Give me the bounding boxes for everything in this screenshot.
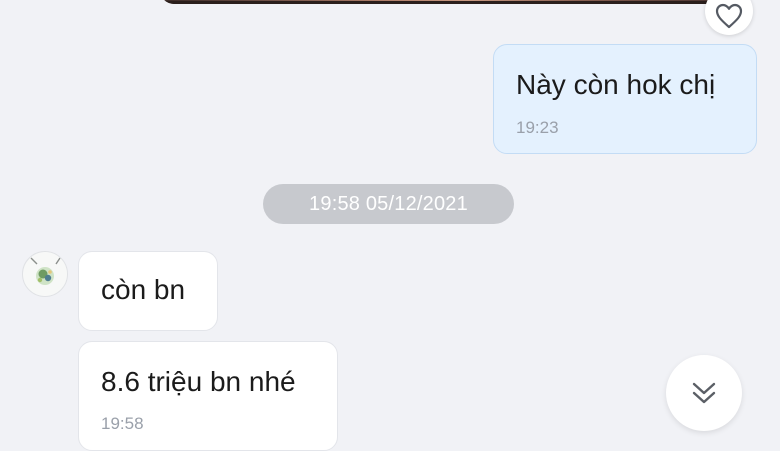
contact-avatar[interactable]: [22, 251, 68, 297]
incoming-message-bubble[interactable]: còn bn: [78, 251, 218, 331]
message-time: 19:58: [101, 414, 144, 433]
react-heart-button[interactable]: [705, 0, 753, 35]
image-message-thumbnail[interactable]: [160, 0, 720, 4]
avatar-image: [23, 252, 67, 296]
message-text: Này còn hok chị: [516, 69, 716, 100]
message-text: còn bn: [101, 274, 186, 305]
date-separator: 19:58 05/12/2021: [263, 184, 514, 224]
message-time: 19:23: [516, 118, 559, 137]
heart-icon: [715, 3, 743, 29]
chevrons-down-icon: [692, 382, 716, 404]
message-text: 8.6 triệu bn nhé: [101, 366, 296, 397]
outgoing-message-bubble[interactable]: Này còn hok chị 19:23: [493, 44, 757, 154]
chat-conversation: Này còn hok chị 19:23 19:58 05/12/2021 c…: [0, 0, 780, 451]
scroll-to-bottom-button[interactable]: [666, 355, 742, 431]
incoming-message-bubble[interactable]: 8.6 triệu bn nhé 19:58: [78, 341, 338, 451]
